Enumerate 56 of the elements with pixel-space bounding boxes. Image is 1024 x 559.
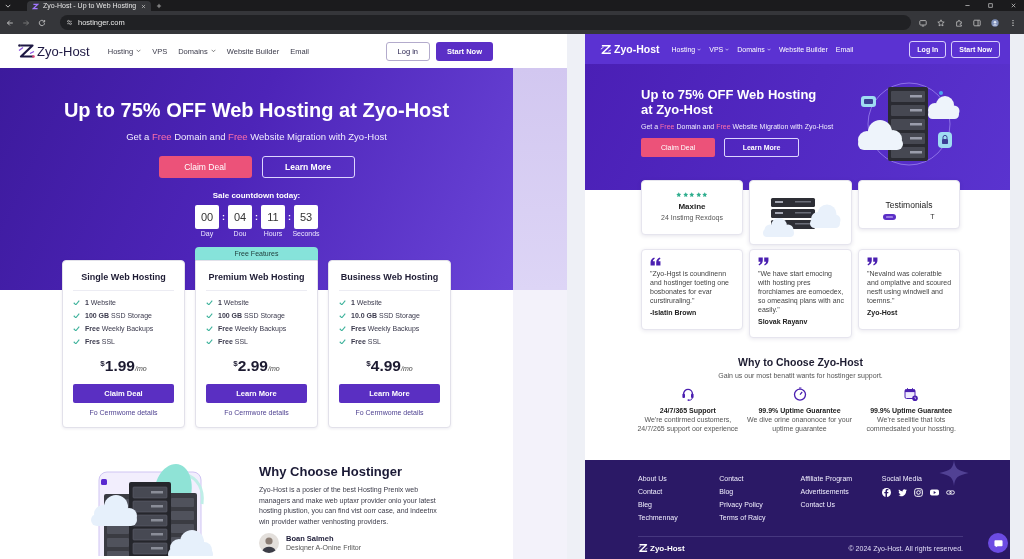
screen-icon[interactable] [919,18,927,27]
minimize-icon[interactable] [964,2,971,9]
sparkle-icon [939,460,969,486]
play-icon[interactable] [929,488,939,497]
menu-icon[interactable] [1009,18,1017,27]
brand-name: Zyo-Host [37,43,90,59]
logo-icon [600,43,612,55]
countdown-label: Sale countdown today: [212,191,301,201]
section-title: Why to Choose Zyo-Host [738,356,863,369]
star-icon[interactable] [937,18,945,27]
plan-title: Single Web Hosting [80,271,167,283]
quote-icon [867,257,878,266]
avatar-icon [259,533,279,553]
time-separator: : [254,211,259,224]
facebook-icon[interactable] [881,488,891,497]
chevron-icon[interactable] [5,4,11,8]
brand-name: Zyo-Host [614,43,660,55]
pill-icon [883,214,897,220]
brand-name: Zyo-Host [650,543,685,553]
hero-title: Up to 75% OFF Web Hosting at Zyo-Host [63,98,450,122]
plan-title: Business Web Hosting [339,271,440,283]
section-title: Why Choose Hostinger [259,464,403,480]
bird-icon[interactable] [897,488,907,497]
link-icon[interactable] [945,488,955,497]
site-info-icon[interactable] [66,19,73,26]
countdown-digits: 04 [228,205,252,229]
headset-icon [680,387,695,401]
quote-icon [650,257,661,266]
profile-icon[interactable] [991,18,999,27]
countdown-digits: 53 [294,205,318,229]
back-icon[interactable] [6,18,14,27]
reload-icon[interactable] [38,18,46,27]
countdown-digits: 11 [261,205,285,229]
card-heading: Testimonials [885,200,933,210]
learn-more-button[interactable]: Learn More [261,156,355,178]
quote-icon [758,257,769,266]
puzzle-icon[interactable] [955,18,963,27]
logo-icon [638,543,648,553]
hero-subtitle: Get a Free Domain and Free Website Migration with Zyo-Host [126,131,387,143]
close-icon[interactable] [141,3,146,9]
plan-title: Premium Web Hosting [207,271,306,283]
logo-icon [32,2,39,10]
sidebar-icon[interactable] [973,18,981,27]
timer-icon [792,387,807,401]
logo-icon [18,43,35,59]
time-separator: : [221,211,226,224]
hero-title: Up to 75% OFF Web Hosting at Zyo-Host [641,87,818,117]
maximize-icon[interactable] [987,2,994,9]
plus-icon[interactable] [156,3,162,9]
camera-icon[interactable] [913,488,923,497]
countdown-digits: 00 [195,205,219,229]
calendar-icon [904,387,919,401]
chat-icon [993,538,1003,548]
close-icon[interactable] [1010,2,1017,9]
time-separator: : [287,211,292,224]
reviewer-name: Maxine [678,201,706,212]
